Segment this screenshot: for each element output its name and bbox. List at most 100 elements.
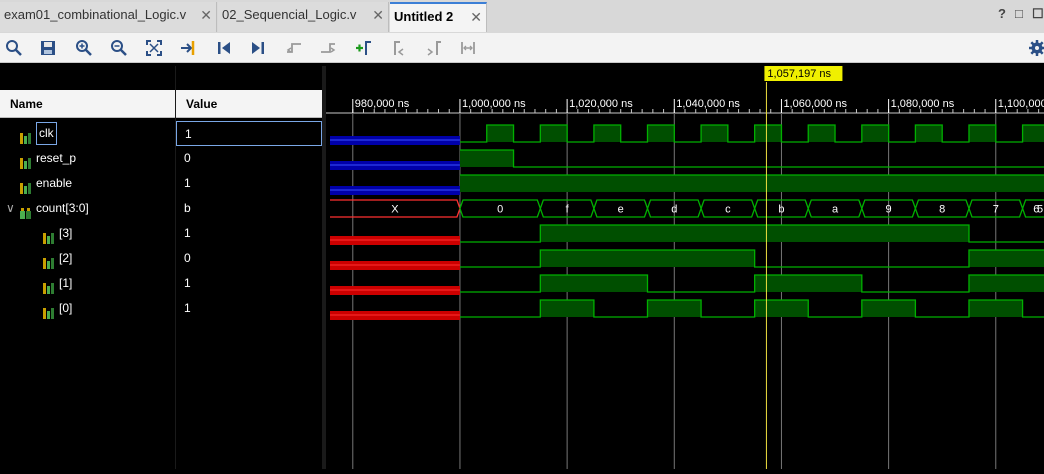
tab-label: Untitled 2 bbox=[394, 9, 454, 24]
bit-signal-icon bbox=[43, 278, 55, 294]
prev-transition-icon[interactable] bbox=[284, 38, 304, 58]
save-icon[interactable] bbox=[38, 38, 58, 58]
value-column-header[interactable]: Value bbox=[176, 90, 322, 118]
bus-value-label: 9 bbox=[886, 204, 892, 216]
bit-signal-icon bbox=[20, 153, 32, 169]
time-tick-label: 1,080,000 ns bbox=[891, 98, 955, 110]
time-tick-label: 1,040,000 ns bbox=[676, 98, 740, 110]
zoom-in-icon[interactable] bbox=[74, 38, 94, 58]
next-marker-icon[interactable] bbox=[424, 38, 444, 58]
high-level-fill bbox=[968, 275, 1044, 292]
bus-value-label: 7 bbox=[993, 204, 999, 216]
restore-icon[interactable]: □ bbox=[1015, 6, 1023, 21]
signal-value-cell[interactable]: 1 bbox=[176, 296, 322, 321]
time-tick-label: 1,060,000 ns bbox=[783, 98, 847, 110]
signal-value-cell[interactable]: 1 bbox=[176, 221, 322, 246]
signal-value: 1 bbox=[185, 127, 192, 141]
high-level-fill bbox=[540, 225, 969, 242]
signal-name: count[3:0] bbox=[36, 201, 89, 215]
high-level-fill bbox=[861, 125, 889, 142]
waveform-viewer[interactable]: 980,000 ns 1,000,000 ns 1,020,000 ns 1,040,… bbox=[326, 66, 1044, 469]
signal-value-cell[interactable]: 1 bbox=[176, 271, 322, 296]
high-level-fill bbox=[486, 125, 514, 142]
signal-row[interactable]: enable bbox=[0, 171, 175, 196]
help-icon[interactable]: ? bbox=[998, 6, 1006, 21]
cursor-time-label: 1,057,197 ns bbox=[767, 68, 831, 80]
signal-value: 1 bbox=[184, 301, 191, 315]
signal-name: [1] bbox=[59, 276, 73, 290]
name-column-header[interactable]: Name bbox=[0, 90, 175, 118]
bus-value-label: a bbox=[832, 204, 839, 216]
high-level-fill bbox=[701, 125, 728, 142]
close-icon[interactable]: ✕ bbox=[470, 4, 482, 30]
high-level-fill bbox=[861, 300, 916, 317]
bus-value-label: 8 bbox=[939, 204, 945, 216]
high-level-fill bbox=[968, 250, 1044, 267]
bus-signal-icon bbox=[20, 203, 32, 219]
swap-cursors-icon[interactable] bbox=[458, 38, 478, 58]
signal-value-panel: Value 1 0 1 b 1 0 1 1 bbox=[176, 66, 322, 469]
signal-value: 0 bbox=[184, 151, 191, 165]
waveform-canvas[interactable]: 980,000 ns 1,000,000 ns 1,020,000 ns 1,040,… bbox=[326, 66, 1044, 469]
time-tick-label: 1,000,000 ns bbox=[462, 98, 526, 110]
bit-signal-icon bbox=[43, 228, 55, 244]
tab-sequencial[interactable]: 02_Sequencial_Logic.v ✕ bbox=[218, 2, 389, 32]
signal-row[interactable]: [0] bbox=[0, 296, 175, 321]
goto-cursor-icon[interactable] bbox=[178, 38, 198, 58]
high-level-fill bbox=[754, 125, 782, 142]
bus-value-label: d bbox=[671, 204, 677, 216]
bit-signal-icon bbox=[20, 128, 32, 144]
bus-value-label: c bbox=[725, 204, 731, 216]
close-icon[interactable]: ✕ bbox=[372, 2, 384, 28]
bus-value-label: 0 bbox=[497, 204, 503, 216]
close-icon[interactable]: ✕ bbox=[200, 2, 212, 28]
zoom-fit-icon[interactable] bbox=[144, 38, 164, 58]
signal-name: [0] bbox=[59, 301, 73, 315]
next-transition-icon[interactable] bbox=[318, 38, 338, 58]
time-tick-label: 1,020,000 ns bbox=[569, 98, 633, 110]
bus-value-label: e bbox=[618, 204, 624, 216]
bus-value-label: f bbox=[566, 204, 570, 216]
prev-marker-icon[interactable] bbox=[388, 38, 408, 58]
signal-name: [3] bbox=[59, 226, 73, 240]
high-level-fill bbox=[540, 250, 755, 267]
signal-row[interactable]: clk bbox=[0, 121, 175, 146]
high-level-fill bbox=[459, 175, 1044, 192]
signal-value: 1 bbox=[184, 276, 191, 290]
signal-row[interactable]: ∨ count[3:0] bbox=[0, 196, 175, 221]
signal-row[interactable]: reset_p bbox=[0, 146, 175, 171]
signal-value-cell[interactable]: b bbox=[176, 196, 322, 221]
signal-value-cell[interactable]: 1 bbox=[176, 121, 322, 146]
high-level-fill bbox=[1022, 125, 1044, 142]
signal-row[interactable]: [2] bbox=[0, 246, 175, 271]
bit-signal-icon bbox=[43, 303, 55, 319]
tab-bar: exam01_combinational_Logic.v ✕ 02_Sequen… bbox=[0, 0, 1044, 34]
signal-value-cell[interactable]: 0 bbox=[176, 246, 322, 271]
signal-value-cell[interactable]: 0 bbox=[176, 146, 322, 171]
tab-exam01[interactable]: exam01_combinational_Logic.v ✕ bbox=[0, 2, 217, 32]
high-level-fill bbox=[647, 125, 675, 142]
signal-value: b bbox=[184, 201, 191, 215]
maximize-icon[interactable]: ☐ bbox=[1032, 6, 1044, 22]
signal-value-cell[interactable]: 1 bbox=[176, 171, 322, 196]
expand-chevron-icon[interactable]: ∨ bbox=[6, 196, 15, 221]
go-end-icon[interactable] bbox=[248, 38, 268, 58]
signal-value: 1 bbox=[184, 226, 191, 240]
bus-value-label: 5 bbox=[1037, 204, 1043, 216]
signal-row[interactable]: [3] bbox=[0, 221, 175, 246]
bit-signal-icon bbox=[43, 253, 55, 269]
tab-untitled-2[interactable]: Untitled 2 ✕ bbox=[390, 2, 487, 32]
add-marker-icon[interactable] bbox=[354, 38, 374, 58]
signal-value: 0 bbox=[184, 251, 191, 265]
high-level-fill bbox=[968, 300, 1023, 317]
high-level-fill bbox=[754, 275, 862, 292]
signal-row[interactable]: [1] bbox=[0, 271, 175, 296]
high-level-fill bbox=[540, 275, 648, 292]
zoom-out-icon[interactable] bbox=[109, 38, 129, 58]
gear-icon[interactable] bbox=[1027, 38, 1044, 58]
search-icon[interactable] bbox=[4, 38, 24, 58]
bit-signal-icon bbox=[20, 178, 32, 194]
high-level-fill bbox=[459, 150, 514, 167]
go-start-icon[interactable] bbox=[214, 38, 234, 58]
bus-value-label: b bbox=[778, 204, 784, 216]
